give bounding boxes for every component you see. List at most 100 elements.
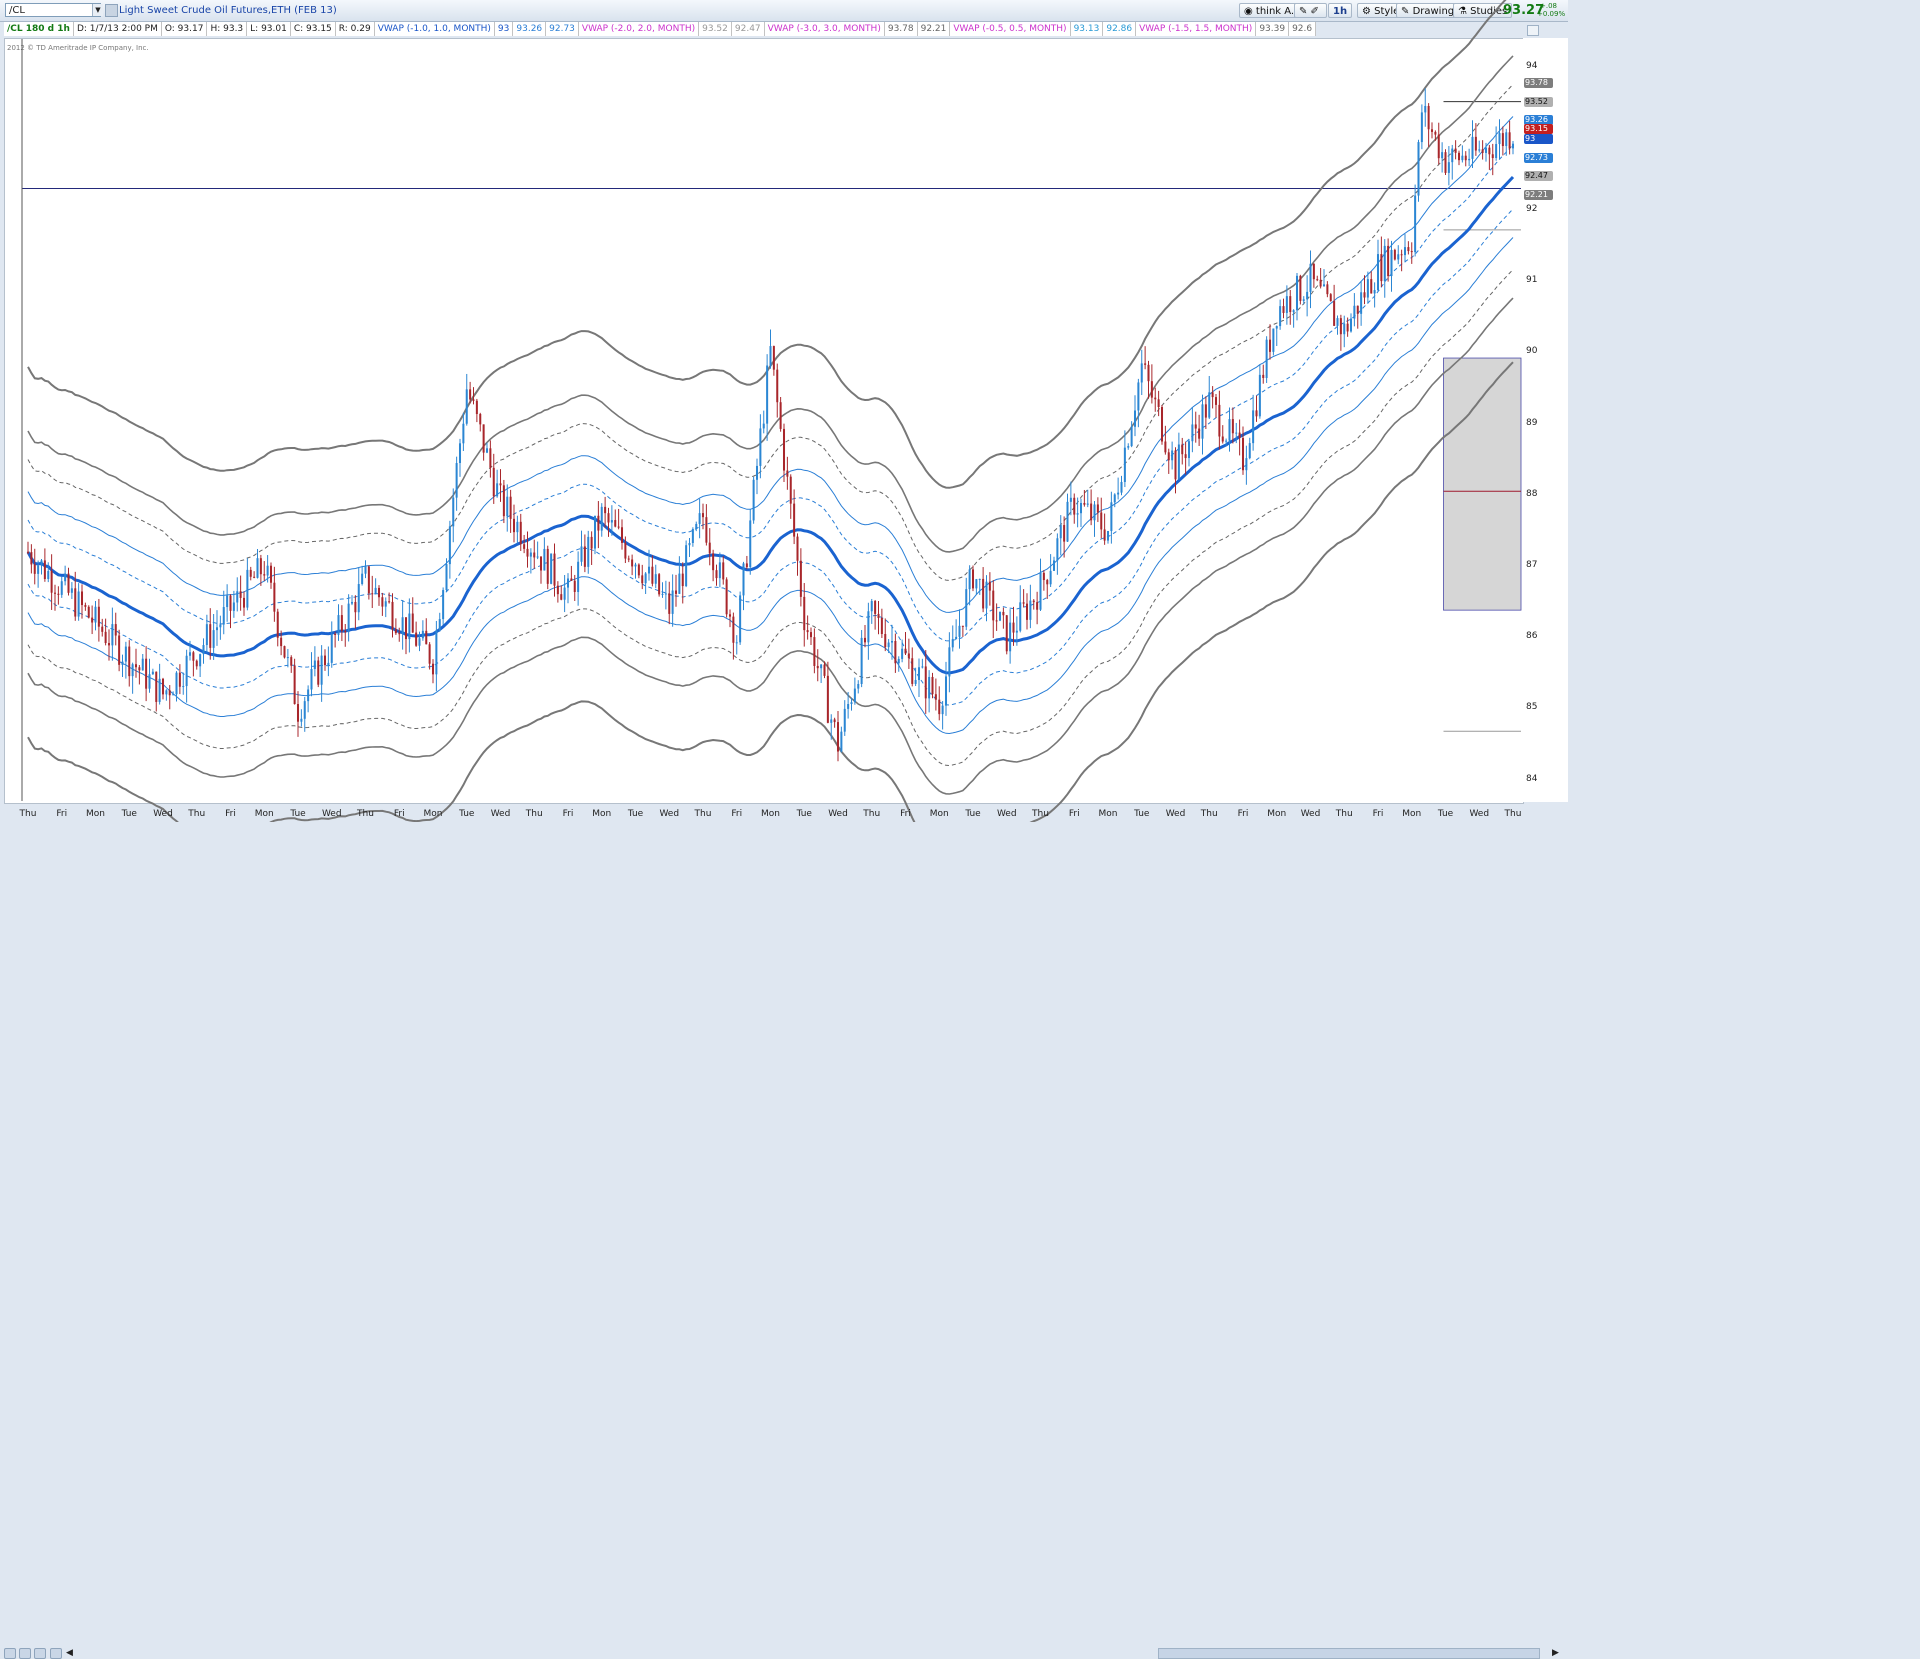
x-tick-label: Fri	[562, 809, 574, 819]
bar-low: L: 93.01	[247, 22, 291, 36]
x-tick-label: Mon	[1402, 809, 1422, 819]
x-tick-label: Wed	[1300, 809, 1321, 819]
y-tick-label: 88	[1526, 488, 1538, 499]
net-change: +.08	[1540, 2, 1557, 10]
x-tick-label: Fri	[1372, 809, 1384, 819]
x-tick-label: Thu	[1200, 809, 1218, 819]
price-tag: 93.78	[1524, 78, 1553, 89]
percent-change: +0.09%	[1537, 10, 1566, 18]
study-label[interactable]: VWAP (-1.0, 1.0, MONTH)	[374, 22, 495, 36]
price-tag: 92.73	[1524, 152, 1553, 163]
x-tick-label: Fri	[225, 809, 236, 819]
chart-area[interactable]	[4, 38, 1524, 804]
symbol-input[interactable]: /CL	[5, 3, 101, 17]
tools-icon[interactable]: ✎ ✐	[1294, 3, 1327, 18]
x-tick-label: Fri	[1068, 809, 1080, 819]
study-value: 93	[494, 22, 514, 36]
instrument-description: Light Sweet Crude Oil Futures,ETH (FEB 1…	[119, 5, 337, 16]
price-tag: 93.15	[1524, 123, 1553, 134]
x-tick-label: Mon	[929, 809, 949, 819]
study-label[interactable]: VWAP (-0.5, 0.5, MONTH)	[950, 22, 1071, 36]
chart-id: /CL 180 d 1h	[4, 22, 74, 36]
x-tick-label: Tue	[627, 809, 644, 819]
chart-toolbar: /CL ▼ Light Sweet Crude Oil Futures,ETH …	[0, 0, 1568, 22]
bar-close: C: 93.15	[290, 22, 336, 36]
price-tag: 92.21	[1524, 189, 1553, 200]
x-tick-label: Thu	[357, 809, 374, 819]
x-tick-label: Thu	[1504, 809, 1522, 819]
studies-icon: ⚗	[1458, 6, 1471, 17]
time-scrollbar[interactable]	[1158, 1648, 1540, 1659]
x-tick-label: Mon	[592, 809, 612, 819]
x-tick-label: Wed	[996, 809, 1017, 819]
x-tick-label: Mon	[254, 809, 274, 819]
study-value: 92.6	[1289, 22, 1317, 36]
x-tick-label: Tue	[965, 809, 981, 819]
x-tick-label: Thu	[1335, 809, 1353, 819]
x-tick-label: Wed	[659, 809, 680, 819]
y-tick-label: 89	[1526, 417, 1538, 428]
study-value: 93.39	[1256, 22, 1290, 36]
x-tick-label: Wed	[153, 809, 173, 819]
study-label[interactable]: VWAP (-1.5, 1.5, MONTH)	[1136, 22, 1257, 36]
x-tick-label: Thu	[188, 809, 206, 819]
y-tick-label: 90	[1526, 346, 1538, 357]
scroll-right-icon[interactable]: ▶	[1552, 1648, 1559, 1658]
y-tick-label: 87	[1526, 559, 1538, 570]
style-icon: ⚙	[1362, 6, 1375, 17]
x-tick-label: Fri	[56, 809, 68, 819]
study-value: 93.78	[884, 22, 918, 36]
study-value: 92.86	[1103, 22, 1137, 36]
study-label[interactable]: VWAP (-2.0, 2.0, MONTH)	[578, 22, 700, 36]
x-tick-label: Tue	[290, 809, 306, 819]
timeframe-button[interactable]: 1h	[1328, 3, 1353, 18]
y-tick-label: 86	[1526, 631, 1538, 642]
study-value: 93.52	[699, 22, 732, 36]
chart-mode-icon[interactable]	[50, 1648, 62, 1659]
globe-icon: ◉	[1244, 6, 1256, 17]
study-value: 92.47	[731, 22, 765, 36]
zoom-out-icon[interactable]	[34, 1648, 46, 1659]
price-tag: 93.52	[1524, 96, 1553, 107]
pan-icon[interactable]	[4, 1648, 16, 1659]
x-tick-label: Thu	[863, 809, 881, 819]
x-tick-label: Tue	[796, 809, 812, 819]
x-tick-label: Mon	[423, 809, 443, 819]
x-tick-label: Wed	[1165, 809, 1186, 819]
price-tag: 92.47	[1524, 171, 1553, 182]
x-tick-label: Mon	[1098, 809, 1118, 819]
x-tick-label: Fri	[1237, 809, 1249, 819]
zoom-in-icon[interactable]	[19, 1648, 31, 1659]
expand-icon[interactable]	[1527, 25, 1539, 36]
x-tick-label: Tue	[1437, 809, 1454, 819]
x-tick-label: Tue	[1134, 809, 1150, 819]
y-tick-label: 92	[1526, 203, 1538, 214]
x-tick-label: Thu	[19, 809, 37, 819]
bar-range: R: 0.29	[335, 22, 375, 36]
x-tick-label: Thu	[525, 809, 543, 819]
x-tick-label: Mon	[1267, 809, 1287, 819]
chevron-down-icon[interactable]: ▼	[92, 4, 103, 16]
y-tick-label: 91	[1526, 275, 1538, 286]
study-value: 92.73	[546, 22, 579, 36]
y-tick-label: 94	[1526, 61, 1538, 72]
x-tick-label: Tue	[121, 809, 137, 819]
x-tick-label: Wed	[828, 809, 848, 819]
copyright-notice: 2012 © TD Ameritrade IP Company, Inc.	[7, 44, 149, 52]
study-value: 93.13	[1070, 22, 1104, 36]
x-tick-label: Thu	[694, 809, 712, 819]
x-tick-label: Wed	[490, 809, 511, 819]
bar-date: D: 1/7/13 2:00 PM	[73, 22, 162, 36]
y-tick-label: 84	[1526, 773, 1538, 784]
bottom-bar: ◀ ▶	[0, 822, 1568, 1659]
chart-info-bar: /CL 180 d 1h D: 1/7/13 2:00 PM O: 93.17 H: …	[4, 22, 1317, 36]
study-value: 92.21	[917, 22, 951, 36]
scroll-left-icon[interactable]: ◀	[66, 1648, 73, 1658]
x-tick-label: Thu	[1032, 809, 1049, 819]
x-tick-label: Mon	[761, 809, 780, 819]
bar-high: H: 93.3	[207, 22, 248, 36]
settings-icon[interactable]	[105, 4, 118, 17]
studies-label: Studies	[1470, 6, 1508, 17]
study-label[interactable]: VWAP (-3.0, 3.0, MONTH)	[764, 22, 885, 36]
x-tick-label: Mon	[86, 809, 105, 819]
